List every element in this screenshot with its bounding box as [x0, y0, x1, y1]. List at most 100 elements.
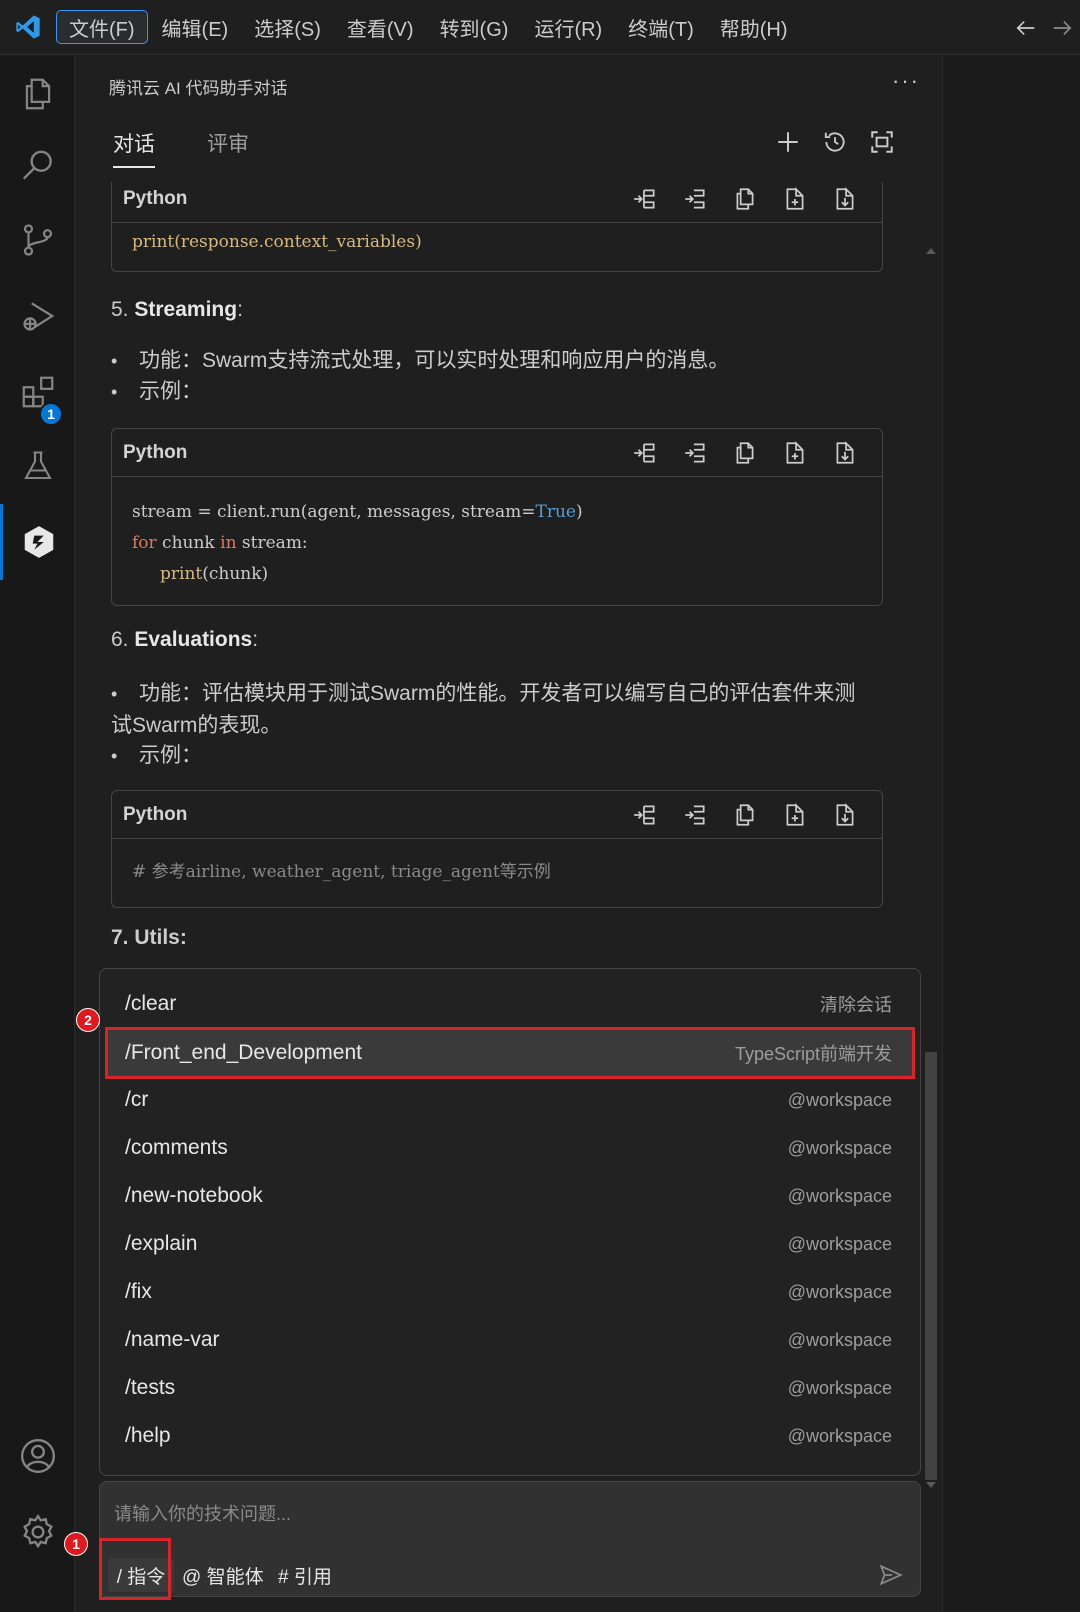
code-text: stream: — [236, 533, 308, 553]
command-desc: @workspace — [787, 1329, 892, 1350]
new-file-icon[interactable] — [770, 182, 820, 217]
insert-cursor-icon[interactable] — [670, 797, 720, 833]
code-keyword: in — [220, 533, 237, 553]
source-control-icon[interactable] — [0, 202, 75, 278]
command-item[interactable]: /fix @workspace — [108, 1269, 912, 1315]
code-actions — [620, 797, 870, 833]
code-block-header: Python — [112, 429, 882, 477]
save-file-icon[interactable] — [820, 182, 870, 217]
command-item[interactable]: /new-notebook @workspace — [108, 1173, 912, 1219]
command-name: /clear — [125, 992, 177, 1015]
code-block: Python stream = client.run(agent, messag… — [111, 428, 883, 606]
code-text: print(response.context_variables) — [132, 232, 422, 252]
command-item[interactable]: /name-var @workspace — [108, 1317, 912, 1363]
new-chat-plus-icon[interactable] — [770, 124, 806, 160]
section-title: Evaluations — [134, 628, 253, 651]
scroll-thumb[interactable] — [925, 1052, 937, 1480]
save-file-icon[interactable] — [820, 797, 870, 833]
list-item: • 示例： — [111, 380, 202, 403]
command-desc: TypeScript前端开发 — [734, 1044, 892, 1064]
menu-run[interactable]: 运行(R) — [522, 10, 614, 44]
search-icon[interactable] — [0, 128, 75, 204]
copy-icon[interactable] — [720, 435, 770, 471]
more-actions-button[interactable]: ··· — [892, 68, 920, 94]
chat-input-box[interactable]: 请输入你的技术问题... / 指令 @ 智能体 # 引用 — [99, 1481, 921, 1597]
editor-area — [942, 56, 1080, 1612]
command-name: /fix — [125, 1280, 152, 1303]
copy-icon[interactable] — [720, 797, 770, 833]
command-item[interactable]: /clear 清除会话 — [108, 981, 912, 1027]
extensions-badge: 1 — [39, 402, 63, 426]
command-item[interactable]: /comments @workspace — [108, 1125, 912, 1171]
step-marker: 1 — [64, 1532, 88, 1556]
command-item[interactable]: /cr @workspace — [108, 1077, 912, 1123]
command-item[interactable]: /tests @workspace — [108, 1365, 912, 1411]
nav-arrows — [1008, 0, 1080, 55]
back-arrow-icon[interactable] — [1008, 10, 1044, 46]
run-debug-icon[interactable] — [0, 278, 75, 354]
command-desc: @workspace — [787, 1377, 892, 1398]
menu-selection[interactable]: 选择(S) — [242, 10, 333, 44]
code-text: ) — [575, 502, 583, 522]
insert-cursor-icon[interactable] — [670, 435, 720, 471]
code-block: Python print(response.context_variables) — [111, 182, 883, 272]
insert-cursor-icon[interactable] — [670, 182, 720, 217]
insert-left-icon[interactable] — [620, 435, 670, 471]
list-item: • 功能：Swarm支持流式处理，可以实时处理和响应用户的消息。 — [111, 349, 730, 372]
command-desc: @workspace — [787, 1233, 892, 1254]
tencent-ai-icon[interactable] — [0, 504, 75, 580]
forward-arrow-icon[interactable] — [1044, 10, 1080, 46]
code-line: print(chunk) — [132, 559, 862, 590]
command-desc: @workspace — [787, 1425, 892, 1446]
testing-icon[interactable] — [0, 428, 75, 504]
list-item: • 功能：评估模块用于测试Swarm的性能。开发者可以编写自己的评估套件来测试Sw… — [111, 682, 856, 737]
account-icon[interactable] — [0, 1418, 75, 1494]
code-body: stream = client.run(agent, messages, str… — [112, 477, 882, 604]
section-title: Streaming — [134, 298, 238, 321]
new-file-icon[interactable] — [770, 435, 820, 471]
history-icon[interactable] — [817, 124, 853, 160]
save-file-icon[interactable] — [820, 435, 870, 471]
code-keyword: for — [132, 533, 157, 553]
command-name: /cr — [125, 1088, 149, 1111]
code-line: stream = client.run(agent, messages, str… — [132, 497, 862, 528]
send-icon[interactable] — [878, 1562, 908, 1592]
menu-terminal[interactable]: 终端(T) — [616, 10, 706, 44]
command-item[interactable]: /explain @workspace — [108, 1221, 912, 1267]
agent-chip[interactable]: @ 智能体 — [182, 1558, 264, 1592]
menu-view[interactable]: 查看(V) — [335, 10, 426, 44]
step-marker: 2 — [76, 1008, 100, 1032]
section-suffix: : — [252, 628, 259, 651]
insert-left-icon[interactable] — [620, 182, 670, 217]
extensions-icon[interactable]: 1 — [0, 354, 75, 430]
chat-scrollbar[interactable] — [923, 182, 939, 1492]
list-item: • 示例： — [111, 744, 202, 767]
tab-chat[interactable]: 对话 — [113, 128, 155, 168]
settings-gear-icon[interactable] — [0, 1494, 75, 1570]
menu-bar: 文件(F) 编辑(E) 选择(S) 查看(V) 转到(G) 运行(R) 终端(T… — [0, 0, 1080, 55]
tab-review[interactable]: 评审 — [207, 128, 249, 166]
command-item-selected[interactable]: /Front_end_Development TypeScript前端开发 — [105, 1027, 915, 1079]
code-lang-label: Python — [123, 441, 188, 463]
explorer-icon[interactable] — [0, 56, 75, 132]
menu-edit[interactable]: 编辑(E) — [150, 10, 241, 44]
maximize-icon[interactable] — [864, 124, 900, 160]
command-name: /Front_end_Development — [125, 1041, 362, 1064]
menu-file[interactable]: 文件(F) — [56, 10, 148, 44]
section-heading: 7. Utils: — [111, 926, 187, 949]
menu-help[interactable]: 帮助(H) — [708, 10, 800, 44]
chat-input-placeholder[interactable]: 请输入你的技术问题... — [114, 1500, 291, 1526]
command-item[interactable]: /help @workspace — [108, 1413, 912, 1459]
copy-icon[interactable] — [720, 182, 770, 217]
insert-left-icon[interactable] — [620, 797, 670, 833]
vscode-logo-icon — [0, 0, 56, 55]
code-text: chunk — [156, 533, 221, 553]
command-name: /tests — [125, 1376, 176, 1399]
menu-go[interactable]: 转到(G) — [428, 10, 521, 44]
code-body: # 参考airline, weather_agent, triage_agent… — [112, 839, 882, 902]
reference-chip[interactable]: # 引用 — [278, 1558, 332, 1592]
code-body: print(response.context_variables) — [112, 223, 882, 272]
new-file-icon[interactable] — [770, 797, 820, 833]
command-name: /new-notebook — [125, 1184, 263, 1207]
code-keyword: True — [535, 502, 576, 522]
